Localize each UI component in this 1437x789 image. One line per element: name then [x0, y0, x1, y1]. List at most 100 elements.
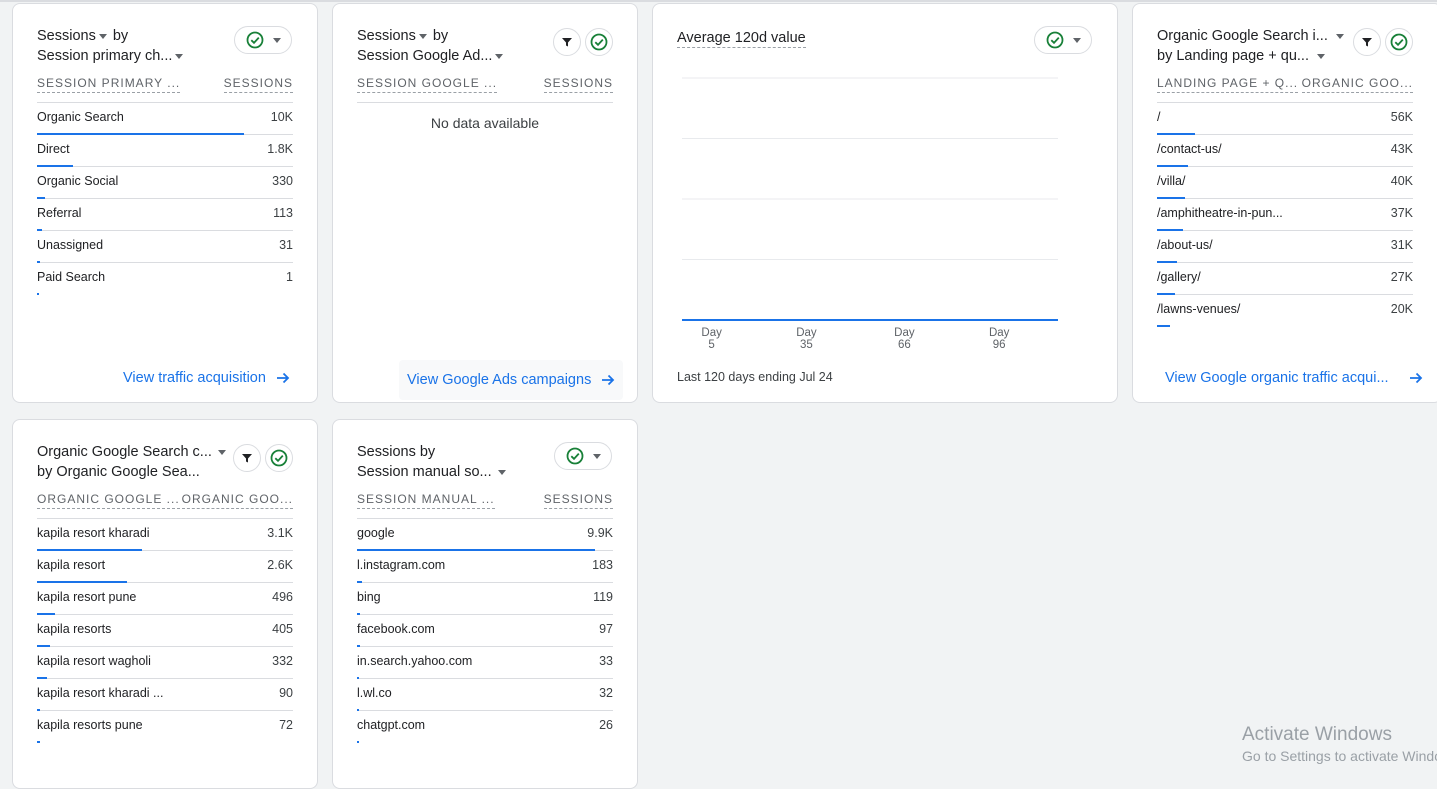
row-value: 37K [1390, 206, 1413, 220]
row-label: bing [357, 590, 381, 604]
top-divider [0, 0, 1437, 2]
table-row[interactable]: /about-us/31K [1157, 231, 1413, 263]
table-row[interactable]: / 56K [1157, 103, 1413, 135]
metric-selector[interactable]: Sessions [357, 28, 429, 44]
row-value: 20K [1390, 302, 1413, 316]
metric-selector[interactable]: Organic Google Search c... [37, 444, 228, 460]
row-value: 43K [1390, 142, 1413, 156]
row-value: 113 [273, 206, 293, 220]
x-tick-label: Day [796, 327, 817, 339]
filter-button[interactable] [1353, 28, 1381, 56]
dimension-selector[interactable]: Session primary ch... [37, 48, 185, 64]
comparison-button[interactable] [1385, 28, 1413, 56]
caret-down-icon [1335, 33, 1344, 39]
metric-selector[interactable]: Sessions [37, 28, 109, 44]
caret-down-icon [217, 449, 226, 455]
caret-down-icon [495, 53, 504, 59]
column-header-dimension[interactable]: SESSION PRIMARY ... [37, 76, 181, 93]
table-row[interactable]: Referral 113 [37, 199, 293, 231]
table-row[interactable]: chatgpt.com 26 [357, 711, 613, 743]
row-value: 31 [279, 238, 293, 252]
table-row[interactable]: kapila resort pune 496 [37, 583, 293, 615]
table-body: google 9.9K l.instagram.com 183 bing 119 faceb… [357, 519, 613, 743]
column-header-dimension[interactable]: LANDING PAGE + Q... [1157, 76, 1299, 93]
comparison-button[interactable] [265, 444, 293, 472]
column-header-metric[interactable]: SESSIONS [543, 76, 613, 93]
row-label: /lawns-venues/ [1157, 302, 1241, 316]
table-row[interactable]: l.instagram.com 183 [357, 551, 613, 583]
column-header-metric[interactable]: SESSIONS [223, 76, 293, 93]
table-row[interactable]: Organic Social 330 [37, 167, 293, 199]
compare-menu-button[interactable] [234, 26, 292, 54]
column-header-dimension[interactable]: SESSION GOOGLE ... [357, 76, 498, 93]
column-header-metric[interactable]: ORGANIC GOO... [1301, 76, 1413, 93]
table-row[interactable]: Organic Search 10K [37, 103, 293, 135]
x-tick-label: 5 [708, 339, 714, 351]
table-row[interactable]: google 9.9K [357, 519, 613, 551]
table-row[interactable]: Direct 1.8K [37, 135, 293, 167]
table-row[interactable]: facebook.com 97 [357, 615, 613, 647]
table-row[interactable]: Paid Search 1 [37, 263, 293, 295]
view-traffic-acquisition-link[interactable]: View traffic acquisition [123, 370, 290, 386]
row-value: 405 [272, 622, 293, 636]
table-row[interactable]: bing 119 [357, 583, 613, 615]
table-row[interactable]: Unassigned 31 [37, 231, 293, 263]
row-label: kapila resort wagholi [37, 654, 151, 668]
row-value: 119 [593, 590, 613, 604]
table-row[interactable]: kapila resort kharadi 3.1K [37, 519, 293, 551]
table-row[interactable]: /contact-us/43K [1157, 135, 1413, 167]
column-header-metric[interactable]: SESSIONS [543, 492, 613, 509]
metric-selector[interactable]: Organic Google Search i... [1157, 28, 1346, 44]
row-label: in.search.yahoo.com [357, 654, 473, 668]
column-header-dimension[interactable]: SESSION MANUAL ... [357, 492, 495, 509]
row-value: 10K [270, 110, 293, 124]
row-label: Organic Search [37, 110, 124, 124]
dimension-selector[interactable]: Session Google Ad... [357, 48, 505, 64]
table-row[interactable]: kapila resorts 405 [37, 615, 293, 647]
check-circle-icon [1390, 33, 1408, 51]
table-row[interactable]: /lawns-venues/20K [1157, 295, 1413, 327]
x-tick-label: Day [894, 327, 915, 339]
dimension-selector[interactable]: by Organic Google Sea... [37, 464, 200, 480]
caret-down-icon [175, 53, 184, 59]
table-row[interactable]: kapila resort wagholi 332 [37, 647, 293, 679]
row-value: 72 [279, 718, 293, 732]
dimension-selector[interactable]: by Landing page + qu... [1157, 48, 1327, 64]
filter-button[interactable] [233, 444, 261, 472]
table-row[interactable]: kapila resort kharadi ... 90 [37, 679, 293, 711]
table-row[interactable]: /villa/40K [1157, 167, 1413, 199]
table-row[interactable]: in.search.yahoo.com 33 [357, 647, 613, 679]
row-share-bar [37, 293, 39, 295]
row-label: /about-us/ [1157, 238, 1213, 252]
arrow-right-icon [1409, 372, 1422, 384]
table-row[interactable]: /gallery/27K [1157, 263, 1413, 295]
table-row[interactable]: kapila resort 2.6K [37, 551, 293, 583]
view-google-ads-campaigns-link[interactable]: View Google Ads campaigns [399, 360, 624, 400]
card-organic-search-queries: Organic Google Search c... by Organic Go… [12, 419, 318, 789]
table-header: ORGANIC GOOGLE ... ORGANIC GOO... [37, 490, 293, 519]
row-label: kapila resort [37, 558, 106, 572]
table-row[interactable]: l.wl.co 32 [357, 679, 613, 711]
row-label: kapila resort kharadi [37, 526, 150, 540]
arrow-right-icon [276, 372, 290, 384]
card-sessions-manual-source: Sessions by Session manual so... SESSION… [332, 419, 638, 789]
filter-button[interactable] [553, 28, 581, 56]
caret-down-icon [1316, 53, 1325, 59]
view-google-organic-traffic-link[interactable]: View Google organic traffic acqui... [1165, 370, 1423, 386]
table-row[interactable]: /amphitheatre-in-pun... 37K [1157, 199, 1413, 231]
dimension-selector[interactable]: Session manual so... [357, 464, 508, 480]
metric-selector[interactable]: Sessions [357, 444, 416, 460]
x-tick-label: 96 [993, 339, 1006, 351]
row-label: l.instagram.com [357, 558, 446, 572]
comparison-button[interactable] [585, 28, 613, 56]
row-label: facebook.com [357, 622, 435, 636]
column-header-dimension[interactable]: ORGANIC GOOGLE ... [37, 492, 180, 509]
check-circle-icon [566, 447, 583, 465]
row-label: Unassigned [37, 238, 104, 252]
column-header-metric[interactable]: ORGANIC GOO... [181, 492, 293, 509]
x-tick-label: Day [989, 327, 1010, 339]
compare-menu-button[interactable] [554, 442, 612, 470]
row-value: 31K [1390, 238, 1413, 252]
table-row[interactable]: kapila resorts pune 72 [37, 711, 293, 743]
check-circle-icon [590, 33, 608, 51]
